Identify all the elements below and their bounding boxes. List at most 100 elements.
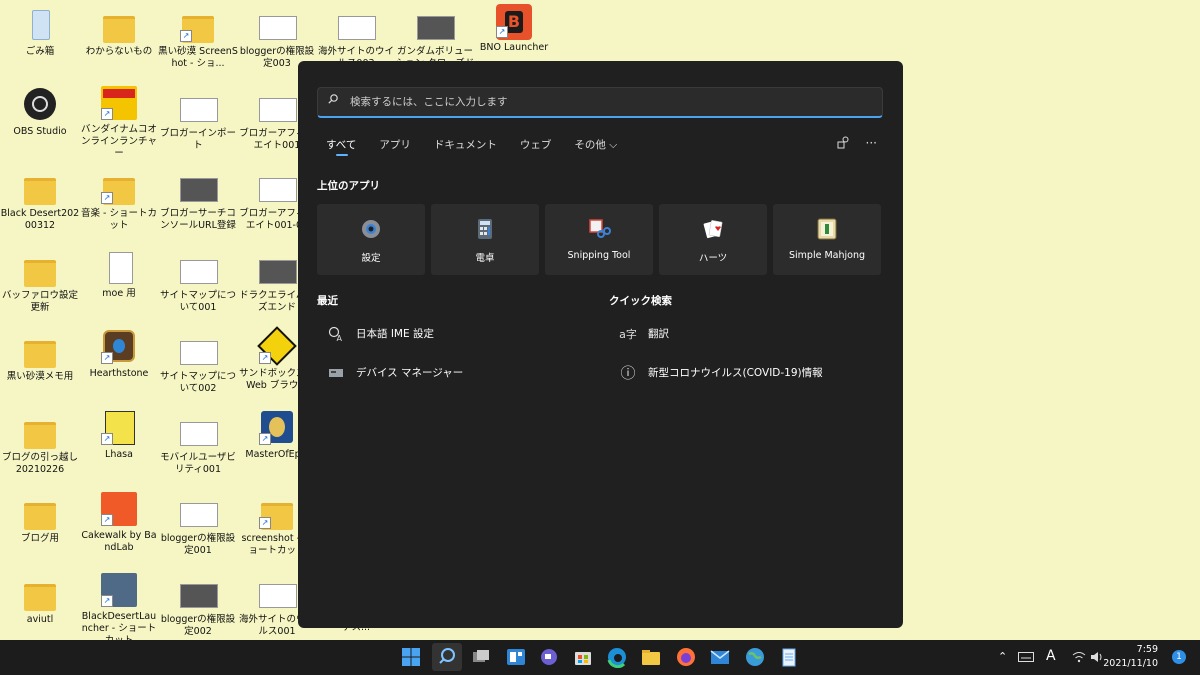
desktop-icon-recycle-bin[interactable]: ごみ箱 (0, 8, 80, 58)
image-file-icon (180, 495, 218, 529)
desktop-icon-bandai-launcher[interactable]: ↗ バンダイナムコオンラインランチャー (79, 86, 159, 160)
desktop-icon-image[interactable]: bloggerの権限設定001 (158, 495, 238, 557)
desktop-icon-bno-launcher[interactable]: B ↗ BNO Launcher (474, 4, 554, 54)
search-taskbar-button[interactable] (432, 643, 462, 671)
desktop-icon-label: バンダイナムコオンラインランチャー (80, 124, 157, 159)
desktop-icon-hearthstone[interactable]: ↗ Hearthstone (79, 330, 159, 380)
desktop-icon-label: ブログの引っ越し20210226 (1, 452, 78, 475)
search-input[interactable] (348, 92, 872, 112)
desktop-icon-image[interactable]: ブロガーサーチコンソールURL登録 (158, 170, 238, 232)
desktop-icon-obs-studio[interactable]: OBS Studio (0, 88, 80, 138)
firefox-icon[interactable] (675, 646, 697, 668)
desktop-icon-label: 黒い砂漠 ScreenShot - ショ... (158, 46, 238, 69)
recent-title: 最近 (317, 295, 338, 307)
desktop-icon-label: ブロガーインポート (159, 128, 236, 151)
folder-icon: ↗ (101, 170, 137, 205)
store-icon[interactable] (572, 646, 594, 668)
calculator-icon (478, 219, 492, 239)
volume-icon[interactable] (1090, 651, 1104, 663)
desktop-icon-label: ごみ箱 (25, 46, 55, 57)
folder-icon (22, 495, 58, 530)
desktop-icon-folder[interactable]: Black Desert20200312 (0, 170, 80, 232)
desktop-icon-image[interactable]: サイトマップについて002 (158, 333, 238, 395)
desktop-icon-label: Lhasa (105, 449, 133, 460)
desktop-icon-image[interactable]: ブロガーインポート (158, 90, 238, 152)
search-panel: すべて アプリ ドキュメント ウェブ その他 ⌵ ··· 上位のアプリ 設定 (298, 61, 903, 628)
keyboard-icon[interactable] (1018, 652, 1034, 662)
desktop-icon-lhasa[interactable]: ↗ Lhasa (79, 411, 159, 461)
windows-start-icon[interactable] (400, 646, 422, 668)
tab-more[interactable]: その他 ⌵ (574, 137, 617, 157)
mail-icon[interactable] (709, 646, 731, 668)
desktop-icon-label: わからないもの (85, 46, 153, 57)
chevron-up-icon[interactable]: ⌃ (998, 650, 1007, 663)
image-file-icon (180, 333, 218, 367)
app-tile-simple-mahjong[interactable]: Simple Mahjong (773, 204, 881, 275)
more-options-icon[interactable]: ··· (866, 136, 877, 152)
recent-item-label: 日本語 IME 設定 (356, 328, 434, 340)
recent-item-device-manager[interactable]: デバイス マネージャー (317, 353, 587, 392)
search-icon (439, 648, 455, 664)
desktop-icon-text-file[interactable]: moe 用 (79, 250, 159, 300)
chat-icon[interactable] (538, 646, 560, 668)
bandai-namco-icon: ↗ (101, 86, 137, 120)
image-file-icon (180, 170, 218, 204)
desktop-icon-folder[interactable]: わからないもの (79, 8, 159, 58)
ime-mode-indicator[interactable]: A (1046, 648, 1056, 664)
app-tile-calculator[interactable]: 電卓 (431, 204, 539, 275)
sandbox-icon: ↗ (257, 326, 297, 366)
image-file-icon (417, 8, 455, 42)
app-tile-label: Simple Mahjong (789, 250, 865, 261)
desktop-icon-image[interactable]: ガンダムボリューション クローズドベータテスト (395, 8, 475, 61)
desktop-icon-folder[interactable]: ブログの引っ越し20210226 (0, 414, 80, 476)
desktop-icon-folder[interactable]: バッファロウ設定更新 (0, 252, 80, 314)
desktop-icon-image[interactable]: モバイルユーザビリティ001 (158, 414, 238, 476)
desktop-icon-folder[interactable]: ブログ用 (0, 495, 80, 545)
desktop-icon-label: 音楽 - ショートカット (81, 208, 157, 231)
tab-documents[interactable]: ドキュメント (434, 137, 497, 157)
app-tile-label: 設定 (361, 253, 381, 264)
desktop-icon-blackdesert-launcher[interactable]: ↗ BlackDesertLauncher - ショートカット (79, 573, 159, 647)
clock-time: 7:59 (1136, 644, 1158, 655)
file-explorer-icon[interactable] (640, 646, 662, 668)
desktop-icon-label: BNO Launcher (479, 42, 549, 53)
notification-badge[interactable]: 1 (1172, 650, 1186, 664)
mahjong-icon (817, 218, 837, 240)
cakewalk-icon: ↗ (101, 492, 137, 526)
globe-app-icon[interactable] (744, 646, 766, 668)
quick-item-translate[interactable]: a字 翻訳 (609, 314, 879, 353)
tab-all[interactable]: すべて (326, 137, 356, 157)
edge-browser-icon[interactable] (606, 646, 628, 668)
desktop-icon-image[interactable]: bloggerの権限設定002 (158, 576, 238, 638)
translate-icon: a字 (619, 327, 637, 341)
clock-date: 2021/11/10 (1103, 658, 1158, 669)
folder-icon (101, 8, 137, 43)
app-tile-snipping-tool[interactable]: Snipping Tool (545, 204, 653, 275)
app-tile-hearts[interactable]: ハーツ (659, 204, 767, 275)
tab-web[interactable]: ウェブ (520, 137, 552, 157)
tab-apps[interactable]: アプリ (379, 137, 411, 157)
desktop-icon-folder[interactable]: 黒い砂漠メモ用 (0, 333, 80, 383)
recent-item-ime-settings[interactable]: A 日本語 IME 設定 (317, 314, 587, 353)
desktop-icon-cakewalk[interactable]: ↗ Cakewalk by BandLab (79, 492, 159, 554)
cards-icon (703, 220, 723, 239)
desktop-icon-music-shortcut[interactable]: ↗ 音楽 - ショートカット (79, 170, 159, 232)
gear-icon (362, 220, 380, 238)
widgets-icon[interactable] (505, 646, 527, 668)
desktop-icon-label: サイトマップについて002 (159, 371, 236, 394)
notepad-icon[interactable] (778, 646, 800, 668)
wifi-icon[interactable] (1072, 651, 1086, 663)
desktop-icon-label: ブログ用 (20, 533, 59, 544)
quick-item-covid-info[interactable]: ⓘ 新型コロナウイルス(COVID-19)情報 (609, 353, 879, 392)
desktop-icon-folder[interactable]: aviutl (0, 576, 80, 626)
search-toolbar: ··· (837, 136, 877, 152)
account-switch-icon[interactable] (837, 136, 850, 152)
desktop-icon-image[interactable]: サイトマップについて001 (158, 252, 238, 314)
search-tabs: すべて アプリ ドキュメント ウェブ その他 ⌵ (326, 137, 640, 157)
search-box[interactable] (317, 87, 883, 118)
app-tile-settings[interactable]: 設定 (317, 204, 425, 275)
folder-icon (22, 576, 58, 611)
task-view-icon[interactable] (470, 646, 492, 668)
desktop-icon-screenshot-shortcut[interactable]: ↗ 黒い砂漠 ScreenShot - ショ... (158, 8, 238, 70)
clock[interactable]: 7:59 2021/11/10 (1103, 643, 1158, 671)
